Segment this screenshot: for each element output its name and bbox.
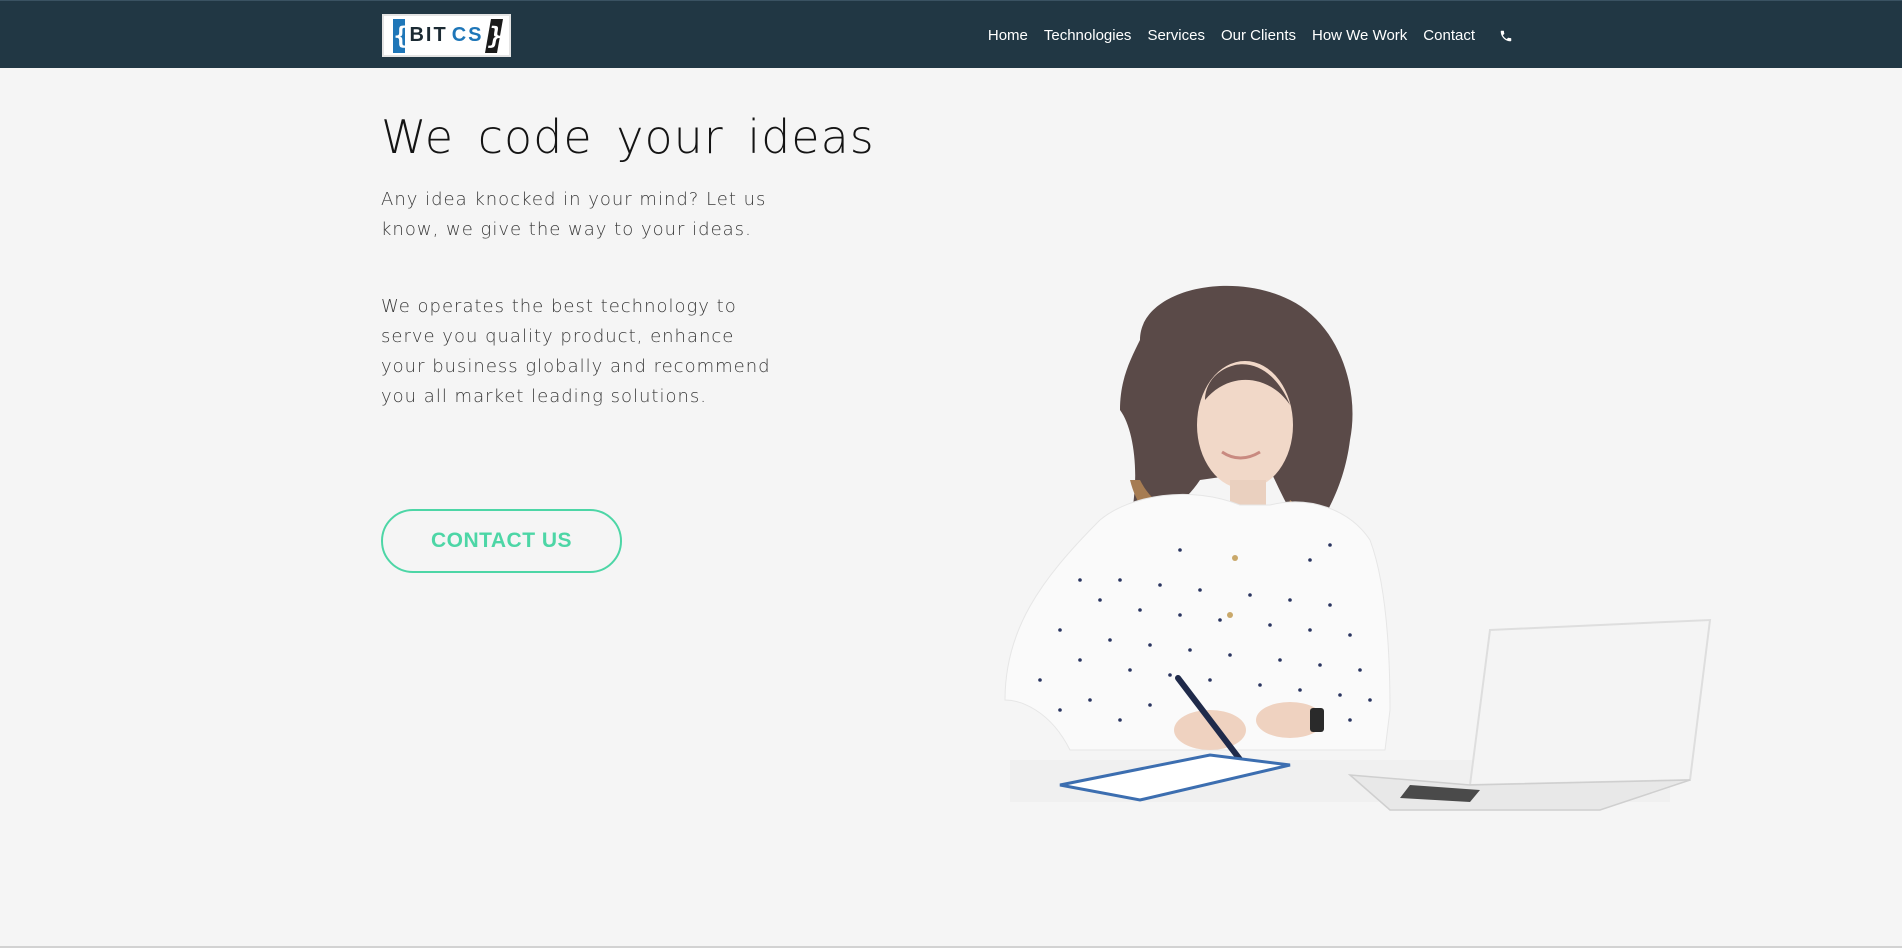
nav-link-services[interactable]: Services bbox=[1147, 27, 1205, 44]
shirt-button bbox=[1232, 555, 1238, 561]
nav-link-technologies[interactable]: Technologies bbox=[1044, 27, 1132, 44]
top-navbar: { BIT CS } Home Technologies Services Ou… bbox=[0, 0, 1902, 68]
logo-brace-left: { bbox=[393, 18, 408, 53]
watch bbox=[1310, 708, 1324, 732]
brand-logo[interactable]: { BIT CS } bbox=[382, 14, 511, 57]
main-nav: Home Technologies Services Our Clients H… bbox=[972, 1, 1513, 69]
phone-icon[interactable] bbox=[1499, 28, 1513, 42]
contact-us-button[interactable]: CONTACT US bbox=[381, 509, 622, 573]
shirt-button bbox=[1227, 612, 1233, 618]
face-shape bbox=[1197, 361, 1293, 489]
hero-description: We operates the best technology to serve… bbox=[381, 296, 771, 407]
hero-title: We code your ideas bbox=[381, 110, 875, 164]
phone-icon-svg bbox=[1500, 30, 1512, 42]
nav-link-home[interactable]: Home bbox=[988, 27, 1028, 44]
nav-link-our-clients[interactable]: Our Clients bbox=[1221, 27, 1296, 44]
laptop-screen bbox=[1468, 618, 1712, 787]
hero-subtitle: Any idea knocked in your mind? Let us kn… bbox=[381, 189, 767, 240]
logo-brace-right: } bbox=[484, 18, 506, 53]
logo-wordmark: { BIT CS } bbox=[393, 18, 506, 53]
logo-text-cs: CS bbox=[451, 24, 484, 46]
nav-link-contact[interactable]: Contact bbox=[1423, 27, 1475, 44]
logo-text-bit: BIT bbox=[409, 24, 448, 46]
hero-illustration bbox=[1004, 285, 1712, 811]
nav-link-how-we-work[interactable]: How We Work bbox=[1312, 27, 1407, 44]
